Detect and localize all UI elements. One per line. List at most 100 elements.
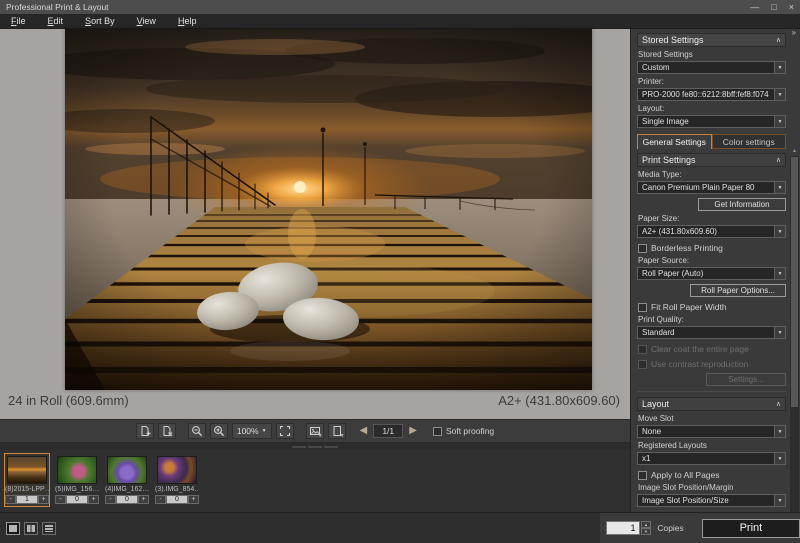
paper-source-label: Paper Source:: [638, 256, 690, 265]
copies-decrement-button[interactable]: -: [55, 495, 66, 504]
image-view-button[interactable]: ▼: [305, 423, 324, 439]
delete-page-button[interactable]: [157, 423, 176, 439]
registered-layouts-dropdown[interactable]: x1 ▼: [637, 452, 786, 465]
view-mode-list-button[interactable]: [42, 521, 56, 535]
chevron-down-icon: ▼: [774, 453, 785, 464]
view-mode-single-button[interactable]: [6, 521, 20, 535]
thumbnail-image[interactable]: [7, 456, 47, 484]
stored-settings-header[interactable]: Stored Settings ∧: [637, 33, 786, 47]
image-slot-label: Image Slot Position/Margin: [638, 483, 734, 492]
tab-color-settings[interactable]: Color settings: [711, 134, 786, 149]
copies-stepper[interactable]: ▲ ▼: [640, 521, 652, 535]
paper-size-dropdown[interactable]: A2+ (431.80x609.60) ▼: [637, 225, 786, 238]
menu-file[interactable]: File: [0, 15, 37, 28]
preview-toolbar: 100% ▼ ▼ ▼ ◀ 1/1 ▶ Soft proofing: [0, 419, 630, 443]
thumbnail-splitter[interactable]: [0, 443, 630, 450]
layout-dropdown[interactable]: Single Image ▼: [637, 115, 786, 128]
spin-up-icon[interactable]: ▲: [640, 521, 652, 528]
chevron-down-icon: ▼: [339, 433, 345, 439]
fit-roll-width-checkbox[interactable]: [638, 302, 647, 312]
borderless-printing-checkbox[interactable]: [638, 243, 647, 253]
section-divider: [637, 391, 786, 392]
menu-edit[interactable]: Edit: [37, 15, 75, 28]
stored-settings-label: Stored Settings: [638, 50, 693, 59]
panel-collapse-icon[interactable]: »: [792, 28, 796, 37]
media-type-dropdown[interactable]: Canon Premium Plain Paper 80 ▼: [637, 181, 786, 194]
page-plus-icon: [141, 426, 151, 436]
menu-help[interactable]: Help: [167, 15, 208, 28]
thumbnail-item[interactable]: (3).IMG_854… - 0 +: [154, 453, 200, 507]
sunset-pier-photo: [65, 29, 592, 390]
thumbnail-item[interactable]: (8)2015-LPP… - 1 +: [4, 453, 50, 507]
media-type-label: Media Type:: [638, 170, 682, 179]
app-window: Professional Print & Layout — □ × File E…: [0, 0, 800, 543]
layout-view-button[interactable]: ▼: [327, 423, 346, 439]
thumbnail-image[interactable]: [157, 456, 197, 484]
thumbnail-item[interactable]: (4)IMG_162… - 0 +: [104, 453, 150, 507]
page-delete-icon: [163, 426, 173, 437]
tab-general-settings[interactable]: General Settings: [637, 134, 712, 149]
next-page-button[interactable]: ▶: [407, 423, 419, 439]
copies-decrement-button[interactable]: -: [105, 495, 116, 504]
menu-view[interactable]: View: [126, 15, 167, 28]
thumbnail-image[interactable]: [107, 456, 147, 484]
borderless-printing-row: Borderless Printing: [638, 243, 786, 253]
close-icon[interactable]: ×: [789, 2, 794, 12]
copies-increment-button[interactable]: +: [38, 495, 49, 504]
page-size-label: A2+ (431.80x609.60): [498, 393, 620, 408]
paper-source-dropdown[interactable]: Roll Paper (Auto) ▼: [637, 267, 786, 280]
fit-view-icon: [279, 425, 290, 437]
chevron-down-icon: ▼: [774, 62, 785, 73]
thumbnail-label: (8)2015-LPP…: [5, 486, 49, 493]
print-quality-dropdown[interactable]: Standard ▼: [637, 326, 786, 339]
scroll-up-icon[interactable]: ▲: [790, 147, 799, 156]
thumbnail-item[interactable]: (5)IMG_156… - 0 +: [54, 453, 100, 507]
preview-photo[interactable]: [65, 29, 592, 390]
contrast-reproduction-label: Use contrast reproduction: [651, 359, 749, 369]
get-information-button[interactable]: Get Information: [698, 198, 786, 211]
print-button[interactable]: Print: [701, 518, 800, 538]
collapse-arrow-icon[interactable]: ∧: [776, 156, 781, 164]
zoom-level-dropdown[interactable]: 100% ▼: [231, 423, 272, 439]
panel-scrollbar[interactable]: ▲ ▼: [790, 147, 799, 537]
maximize-icon[interactable]: □: [771, 2, 776, 12]
roll-paper-options-button[interactable]: Roll Paper Options...: [690, 284, 786, 297]
spin-down-icon[interactable]: ▼: [640, 528, 652, 535]
thumbnail-image[interactable]: [57, 456, 97, 484]
fit-roll-width-label: Fit Roll Paper Width: [651, 302, 727, 312]
previous-page-button[interactable]: ◀: [358, 423, 370, 439]
title-bar: Professional Print & Layout — □ ×: [0, 0, 800, 15]
copies-increment-button[interactable]: +: [138, 495, 149, 504]
layout-section-header[interactable]: Layout ∧: [637, 397, 786, 411]
copies-increment-button[interactable]: +: [88, 495, 99, 504]
thumbnail-copies-stepper: - 0 +: [55, 495, 99, 504]
collapse-arrow-icon[interactable]: ∧: [776, 36, 781, 44]
copies-decrement-button[interactable]: -: [155, 495, 166, 504]
contrast-reproduction-checkbox: [638, 359, 647, 369]
chevron-down-icon: ▼: [774, 182, 785, 193]
stored-settings-dropdown[interactable]: Custom ▼: [637, 61, 786, 74]
soft-proofing-checkbox[interactable]: [432, 426, 442, 436]
thumbnail-label: (4)IMG_162…: [105, 486, 149, 493]
clear-coat-checkbox: [638, 344, 647, 354]
minimize-icon[interactable]: —: [750, 2, 759, 12]
menu-sort-by[interactable]: Sort By: [74, 15, 126, 28]
zoom-in-button[interactable]: [209, 423, 228, 439]
add-page-button[interactable]: [135, 423, 154, 439]
chevron-down-icon: ▼: [261, 428, 267, 434]
view-mode-split-button[interactable]: [24, 521, 38, 535]
apply-all-pages-checkbox[interactable]: [638, 470, 647, 480]
fit-to-window-button[interactable]: [275, 423, 294, 439]
copies-increment-button[interactable]: +: [188, 495, 199, 504]
copies-decrement-button[interactable]: -: [5, 495, 16, 504]
scrollbar-thumb[interactable]: [791, 157, 798, 407]
printer-dropdown[interactable]: PRO-2000 fe80::6212:8bff:fef8:f074 ▼: [637, 88, 786, 101]
collapse-arrow-icon[interactable]: ∧: [776, 400, 781, 408]
move-slot-dropdown[interactable]: None ▼: [637, 425, 786, 438]
print-settings-header[interactable]: Print Settings ∧: [637, 153, 786, 167]
zoom-out-button[interactable]: [187, 423, 206, 439]
page-indicator: 1/1: [373, 424, 404, 438]
image-slot-dropdown[interactable]: Image Slot Position/Size ▼: [637, 494, 786, 507]
copies-input[interactable]: 1: [606, 521, 640, 535]
chevron-down-icon: ▼: [774, 327, 785, 338]
